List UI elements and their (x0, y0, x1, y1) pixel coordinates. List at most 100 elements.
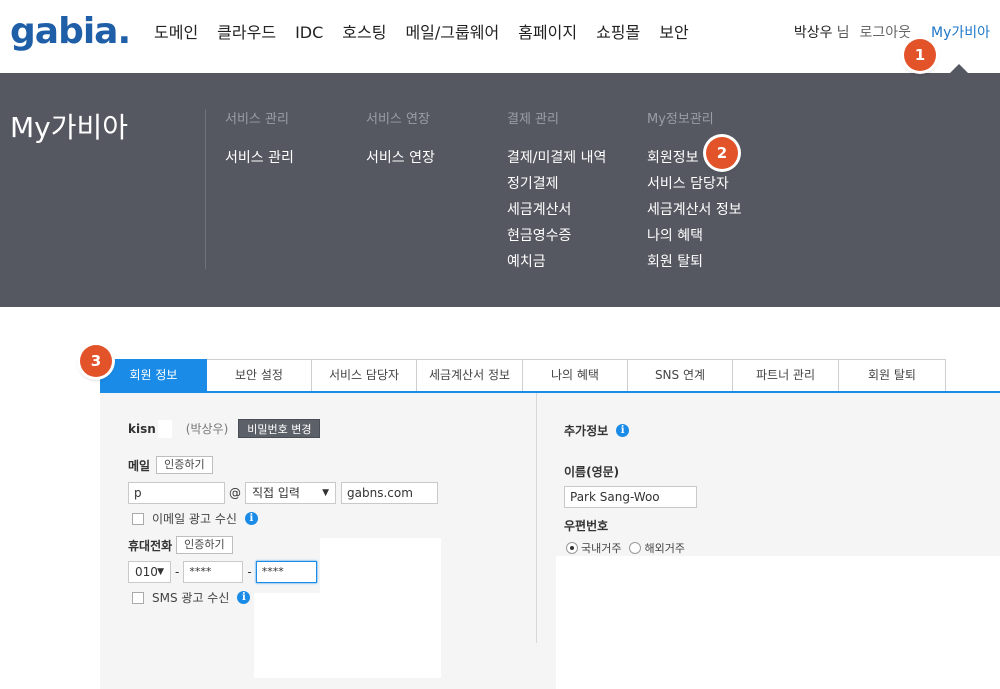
masked-id-block (157, 419, 172, 438)
email-domain-select-value: 직접 입력 (252, 486, 300, 500)
menu-column-head: 결제 관리 (507, 112, 559, 127)
mail-label-row: 메일 인증하기 (128, 456, 213, 474)
phone-input-row: 010 ▼ - **** - **** (128, 561, 317, 583)
menu-column-head: 서비스 연장 (366, 112, 430, 127)
menu-item-service-renewal[interactable]: 서비스 연장 (366, 145, 435, 171)
menu-column-head: 서비스 관리 (225, 112, 289, 127)
overseas-radio[interactable] (629, 542, 642, 554)
tab-tax-invoice-info[interactable]: 세금계산서 정보 (417, 359, 523, 392)
nav-cloud[interactable]: 클라우드 (217, 22, 276, 44)
menu-item-my-benefits[interactable]: 나의 혜택 (647, 223, 742, 249)
mail-label: 메일 (128, 458, 151, 473)
panel-divider (536, 393, 537, 643)
tab-service-manager[interactable]: 서비스 담당자 (312, 359, 417, 392)
user-nav: 박상우 님 로그아웃 My가비아 (794, 24, 990, 42)
menu-item-service-manager[interactable]: 서비스 담당자 (647, 171, 742, 197)
phone-middle-input[interactable]: **** (183, 561, 244, 583)
email-domain-select[interactable]: 직접 입력 ▼ (245, 482, 336, 504)
menu-column-service: 서비스 관리 서비스 관리 (225, 111, 294, 171)
phone-verify-button[interactable]: 인증하기 (176, 536, 233, 554)
email-local-input[interactable]: p (128, 482, 225, 504)
member-info-panel: kisn (박상우) 비밀번호 변경 메일 인증하기 p @ 직접 입력 ▼ g… (100, 393, 1000, 689)
extra-info-title: 추가정보 (564, 424, 609, 438)
change-password-button[interactable]: 비밀번호 변경 (238, 419, 321, 438)
user-real-name: (박상우) (185, 422, 229, 436)
dropdown-title: My가비아 (10, 111, 129, 144)
eng-name-input[interactable]: Park Sang-Woo (564, 486, 697, 508)
postal-label-row: 우편번호 (564, 517, 608, 534)
logo-dot: . (117, 11, 131, 52)
menu-item-recurring-payment[interactable]: 정기결제 (507, 171, 606, 197)
menu-column-payment: 결제 관리 결제/미결제 내역 정기결제 세금계산서 현금영수증 예치금 (507, 111, 606, 275)
dropdown-caret (950, 64, 968, 73)
nav-domain[interactable]: 도메인 (154, 22, 198, 44)
at-sign: @ (229, 486, 241, 500)
postal-label: 우편번호 (564, 519, 609, 533)
tab-withdraw[interactable]: 회원 탈퇴 (839, 359, 946, 392)
phone-label-row: 휴대전화 인증하기 (128, 536, 233, 554)
email-ad-checkbox[interactable] (132, 512, 144, 525)
phone-dash: - (175, 565, 180, 579)
annotation-badge-2: 2 (706, 137, 738, 169)
masked-area (254, 593, 441, 678)
menu-item-withdraw[interactable]: 회원 탈퇴 (647, 249, 742, 275)
tab-sns-link[interactable]: SNS 연계 (628, 359, 733, 392)
nav-shopping-mall[interactable]: 쇼핑몰 (596, 22, 640, 44)
chevron-down-icon: ▼ (322, 488, 329, 498)
nav-homepage[interactable]: 홈페이지 (518, 22, 577, 44)
logo-text: gabia (10, 11, 118, 52)
residence-radio-row: 국내거주 해외거주 (566, 540, 685, 556)
menu-item-cash-receipt[interactable]: 현금영수증 (507, 223, 606, 249)
email-domain-input[interactable]: gabns.com (341, 482, 438, 504)
my-gabia-link[interactable]: My가비아 (931, 24, 990, 42)
logout-link[interactable]: 로그아웃 (859, 24, 911, 42)
phone-dash: - (247, 565, 252, 579)
menu-column-my-info: My정보관리 회원정보 서비스 담당자 세금계산서 정보 나의 혜택 회원 탈퇴 (647, 111, 742, 275)
gabia-logo[interactable]: gabia. (10, 11, 131, 52)
menu-item-tax-invoice[interactable]: 세금계산서 (507, 197, 606, 223)
nav-mail-groupware[interactable]: 메일/그룹웨어 (405, 22, 499, 44)
masked-area (556, 556, 1000, 689)
info-icon[interactable]: i (237, 591, 251, 604)
nav-security[interactable]: 보안 (659, 22, 688, 44)
user-id-row: kisn (박상우) 비밀번호 변경 (128, 419, 321, 438)
menu-item-deposit[interactable]: 예치금 (507, 249, 606, 275)
overseas-label: 해외거주 (644, 542, 685, 555)
domestic-radio[interactable] (566, 542, 578, 554)
my-gabia-dropdown: My가비아 서비스 관리 서비스 관리 서비스 연장 서비스 연장 결제 관리 … (0, 64, 1000, 307)
tab-my-benefits[interactable]: 나의 혜택 (523, 359, 628, 392)
phone-prefix-select[interactable]: 010 ▼ (128, 561, 171, 583)
sms-ad-checkbox[interactable] (132, 591, 144, 604)
main-nav: 도메인 클라우드 IDC 호스팅 메일/그룹웨어 홈페이지 쇼핑몰 보안 (154, 22, 708, 44)
nav-hosting[interactable]: 호스팅 (342, 22, 386, 44)
menu-item-payment-history[interactable]: 결제/미결제 내역 (507, 145, 606, 171)
eng-name-label-row: 이름(영문) (564, 463, 619, 480)
menu-item-service-manage[interactable]: 서비스 관리 (225, 145, 294, 171)
email-ad-row: 이메일 광고 수신 i (132, 510, 258, 527)
extra-info-title-row: 추가정보 i (564, 422, 630, 439)
tab-partner-manage[interactable]: 파트너 관리 (733, 359, 839, 392)
user-id: kisn (128, 421, 156, 436)
nav-idc[interactable]: IDC (295, 22, 323, 44)
top-navigation-bar: gabia. 도메인 클라우드 IDC 호스팅 메일/그룹웨어 홈페이지 쇼핑몰… (0, 0, 1000, 73)
chevron-down-icon: ▼ (157, 567, 164, 577)
menu-column-renewal: 서비스 연장 서비스 연장 (366, 111, 435, 171)
mail-verify-button[interactable]: 인증하기 (156, 456, 213, 474)
email-input-row: p @ 직접 입력 ▼ gabns.com (128, 482, 438, 504)
dropdown-divider (205, 109, 206, 269)
user-name: 박상우 (793, 25, 833, 41)
masked-area (320, 538, 441, 598)
tab-member-info[interactable]: 회원 정보 (100, 359, 207, 392)
domestic-label: 국내거주 (581, 542, 622, 555)
phone-last-input[interactable]: **** (255, 561, 317, 583)
annotation-badge-1: 1 (904, 39, 936, 71)
info-icon[interactable]: i (244, 512, 258, 525)
phone-label: 휴대전화 (128, 538, 173, 553)
menu-item-tax-invoice-info[interactable]: 세금계산서 정보 (647, 197, 742, 223)
member-tabs: 회원 정보 보안 설정 서비스 담당자 세금계산서 정보 나의 혜택 SNS 연… (100, 359, 946, 392)
info-icon[interactable]: i (616, 424, 630, 437)
eng-name-input-row: Park Sang-Woo (564, 486, 697, 508)
annotation-badge-3: 3 (80, 345, 112, 377)
email-ad-label: 이메일 광고 수신 (152, 512, 237, 526)
tab-security-settings[interactable]: 보안 설정 (207, 359, 312, 392)
